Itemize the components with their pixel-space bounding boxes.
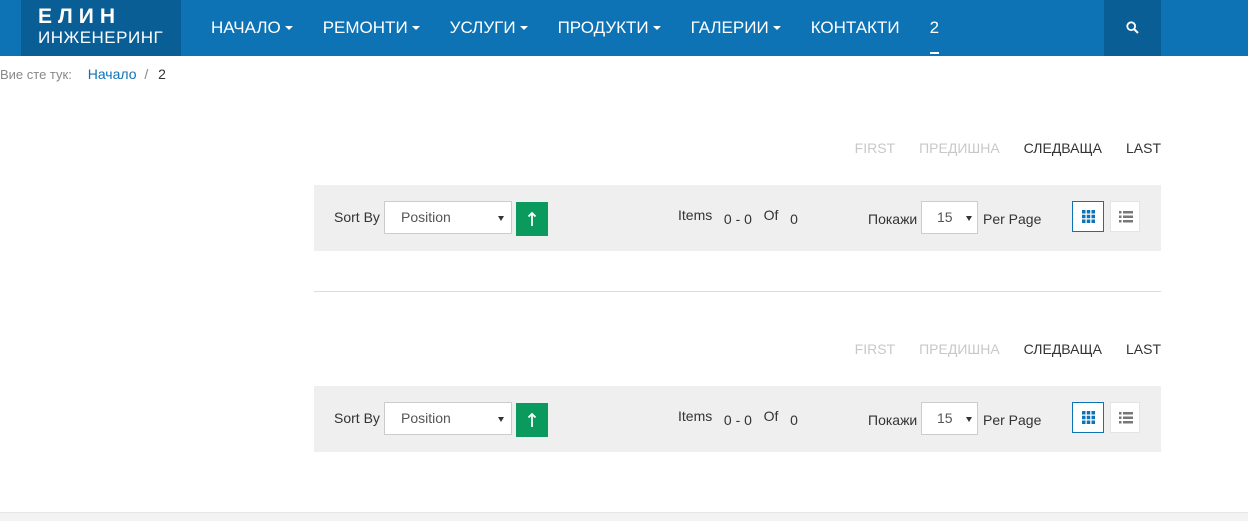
limit-select[interactable]: 15 [921, 402, 978, 435]
nav-label: ГАЛЕРИИ [690, 18, 769, 37]
items-to: 0 [744, 211, 752, 227]
view-list-button[interactable] [1110, 201, 1140, 232]
items-to: 0 [744, 412, 752, 428]
footer-edge [0, 512, 1248, 521]
pagination-next[interactable]: СЛЕДВАЩА [1024, 341, 1102, 357]
items-total: 0 [790, 211, 798, 227]
items-dash: - [735, 412, 741, 428]
show-label: Покажи [868, 412, 918, 428]
pagination-next[interactable]: СЛЕДВАЩА [1024, 140, 1102, 156]
caret-down-icon [519, 25, 528, 30]
per-page-label: Per Page [983, 211, 1042, 227]
limit-value: 15 [937, 410, 953, 426]
search-icon [1126, 21, 1139, 34]
nav-item-home[interactable]: НАЧАЛО [196, 0, 308, 56]
breadcrumb-prefix: Вие сте тук: [0, 67, 72, 82]
breadcrumb-home-link[interactable]: Начало [88, 66, 137, 82]
arrow-up-icon [527, 412, 537, 427]
sort-by-label: Sort By [334, 410, 380, 426]
pagination-bottom: FIRST ПРЕДИШНА СЛЕДВАЩА LAST [831, 341, 1161, 357]
pagination-last[interactable]: LAST [1126, 341, 1161, 357]
dropdown-arrow-icon [966, 417, 972, 422]
sort-by-select[interactable]: Position [384, 402, 512, 435]
nav-item-services[interactable]: УСЛУГИ [435, 0, 543, 56]
sort-direction-button[interactable] [516, 403, 548, 437]
pagination-prev[interactable]: ПРЕДИШНА [919, 140, 1000, 156]
breadcrumb-current: 2 [158, 66, 166, 82]
items-total: 0 [790, 412, 798, 428]
pagination-last[interactable]: LAST [1126, 140, 1161, 156]
breadcrumb: Вие сте тук: Начало / 2 [0, 66, 166, 83]
nav-item-current-2[interactable]: 2 [915, 0, 954, 56]
nav-label: 2 [929, 18, 940, 37]
nav-item-galleries[interactable]: ГАЛЕРИИ [676, 0, 796, 56]
site-header: ЕЛИН ИНЖЕНЕРИНГ НАЧАЛО РЕМОНТИ УСЛУГИ ПР… [0, 0, 1248, 56]
main-nav: НАЧАЛО РЕМОНТИ УСЛУГИ ПРОДУКТИ ГАЛЕРИИ К… [196, 0, 954, 56]
items-of-label: Of [763, 207, 779, 223]
nav-label: УСЛУГИ [449, 18, 516, 37]
sort-by-value: Position [401, 209, 451, 225]
sort-by-select[interactable]: Position [384, 201, 512, 234]
caret-down-icon [772, 25, 781, 30]
items-label: Items [678, 408, 713, 424]
caret-down-icon [652, 25, 661, 30]
pagination-prev[interactable]: ПРЕДИШНА [919, 341, 1000, 357]
nav-item-products[interactable]: ПРОДУКТИ [543, 0, 676, 56]
items-count: Items 0 - 0 Of 0 [678, 408, 798, 428]
per-page-label: Per Page [983, 412, 1042, 428]
pagination-first[interactable]: FIRST [855, 341, 895, 357]
nav-label: НАЧАЛО [211, 18, 281, 37]
product-toolbar-top: Sort By Position Items 0 - 0 Of 0 Покажи… [314, 185, 1161, 251]
items-count: Items 0 - 0 Of 0 [678, 207, 798, 227]
show-label: Покажи [868, 211, 918, 227]
limit-select[interactable]: 15 [921, 201, 978, 234]
arrow-up-icon [527, 211, 537, 226]
sort-direction-button[interactable] [516, 202, 548, 236]
pagination-first[interactable]: FIRST [855, 140, 895, 156]
caret-down-icon [411, 25, 420, 30]
pagination-top: FIRST ПРЕДИШНА СЛЕДВАЩА LAST [831, 140, 1161, 156]
view-grid-button[interactable] [1072, 201, 1104, 232]
dropdown-arrow-icon [966, 216, 972, 221]
nav-item-repairs[interactable]: РЕМОНТИ [308, 0, 435, 56]
nav-item-contacts[interactable]: КОНТАКТИ [796, 0, 915, 56]
list-icon [1119, 412, 1133, 424]
items-dash: - [735, 211, 741, 227]
list-icon [1119, 211, 1133, 223]
site-logo[interactable]: ЕЛИН ИНЖЕНЕРИНГ [21, 0, 181, 56]
caret-down-icon [284, 25, 293, 30]
nav-label: ПРОДУКТИ [557, 18, 649, 37]
items-from: 0 [723, 412, 732, 428]
dropdown-arrow-icon [498, 417, 504, 422]
product-toolbar-bottom: Sort By Position Items 0 - 0 Of 0 Покажи… [314, 386, 1161, 452]
view-grid-button[interactable] [1072, 402, 1104, 433]
grid-icon [1082, 210, 1095, 223]
sort-by-value: Position [401, 410, 451, 426]
breadcrumb-separator: / [144, 66, 149, 82]
items-label: Items [678, 207, 713, 223]
search-button[interactable] [1104, 0, 1161, 56]
nav-label: КОНТАКТИ [810, 18, 900, 37]
dropdown-arrow-icon [498, 216, 504, 221]
sort-by-label: Sort By [334, 209, 380, 225]
view-list-button[interactable] [1110, 402, 1140, 433]
logo-line-2: ИНЖЕНЕРИНГ [38, 28, 164, 47]
logo-line-1: ЕЛИН [38, 5, 122, 28]
content-divider [314, 291, 1161, 292]
limit-value: 15 [937, 209, 953, 225]
nav-label: РЕМОНТИ [322, 18, 408, 37]
items-from: 0 [723, 211, 732, 227]
items-of-label: Of [763, 408, 779, 424]
grid-icon [1082, 411, 1095, 424]
